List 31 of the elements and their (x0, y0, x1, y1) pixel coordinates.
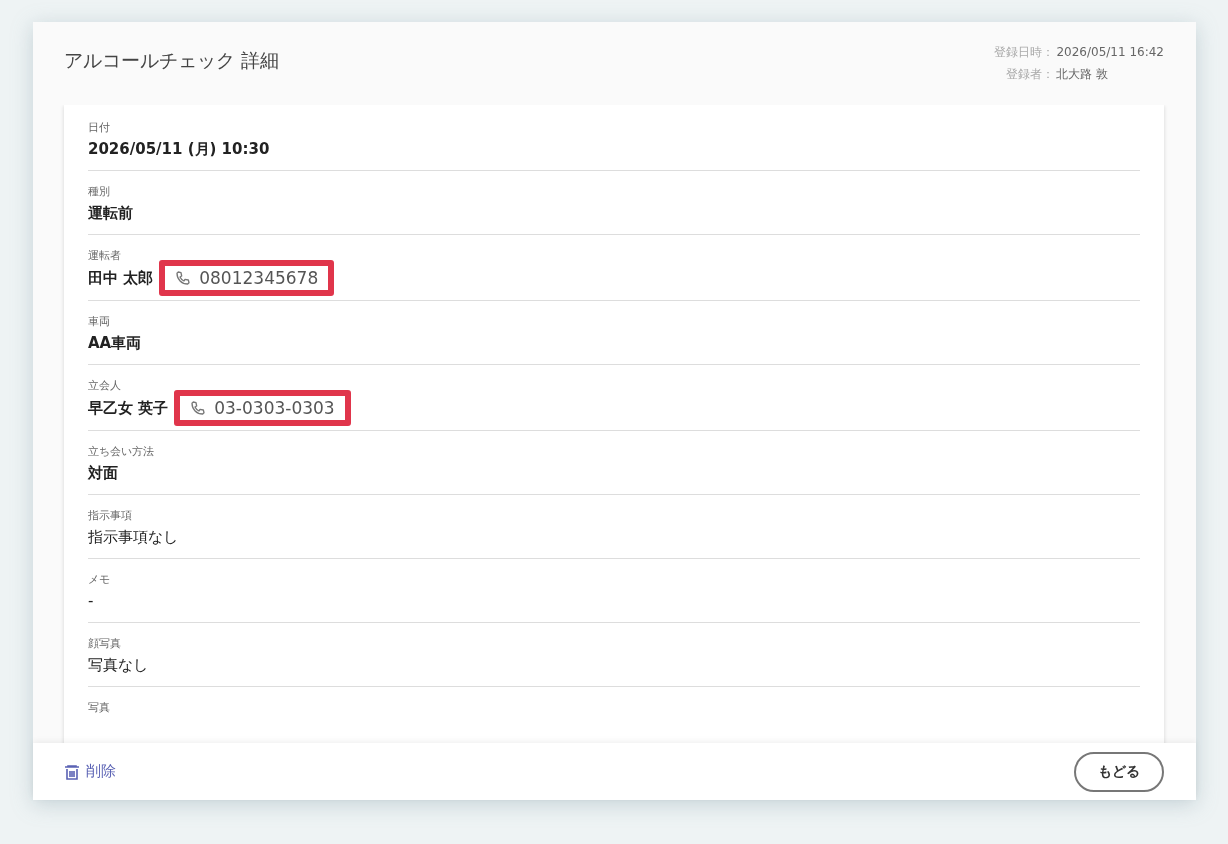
meta-value: 北大路 敦 (1056, 65, 1110, 83)
phone-icon (175, 270, 192, 286)
field-value: 対面 (88, 463, 118, 483)
field-label: メモ (88, 572, 111, 587)
field-label: 車両 (88, 314, 111, 329)
field-label: 立ち会い方法 (88, 444, 155, 459)
field-value: 指示事項なし (88, 527, 178, 547)
meta-label: 登録日時： (994, 44, 1055, 61)
field-label: 日付 (88, 120, 111, 135)
phone-link[interactable]: 08012345678 (159, 260, 335, 296)
field-label: 写真 (88, 700, 111, 715)
field-value: 2026/05/11 (月) 10:30 (88, 139, 270, 159)
field-value: AA車両 (88, 333, 142, 353)
phone-icon (190, 400, 207, 416)
field-label: 顔写真 (88, 636, 122, 651)
meta-label: 登録者： (1005, 65, 1055, 83)
phone-link[interactable]: 03-0303-0303 (174, 390, 351, 426)
trash-icon (64, 763, 80, 780)
meta-value: 2026/05/11 16:42 (1056, 44, 1164, 61)
field-label: 立会人 (88, 378, 122, 393)
field-value: 運転前 (88, 203, 133, 223)
field-label: 種別 (88, 184, 111, 199)
field-label: 指示事項 (88, 508, 133, 523)
field-label: 運転者 (88, 248, 122, 263)
delete-button[interactable]: 削除 (64, 762, 116, 781)
page-title: アルコールチェック 詳細 (64, 48, 280, 73)
field-value: - (88, 592, 94, 610)
back-button[interactable]: もどる (1074, 751, 1164, 792)
field-value: 写真なし (88, 655, 148, 675)
field-value: 田中 太郎 (88, 268, 154, 288)
field-value: 早乙女 英子 (88, 398, 169, 418)
